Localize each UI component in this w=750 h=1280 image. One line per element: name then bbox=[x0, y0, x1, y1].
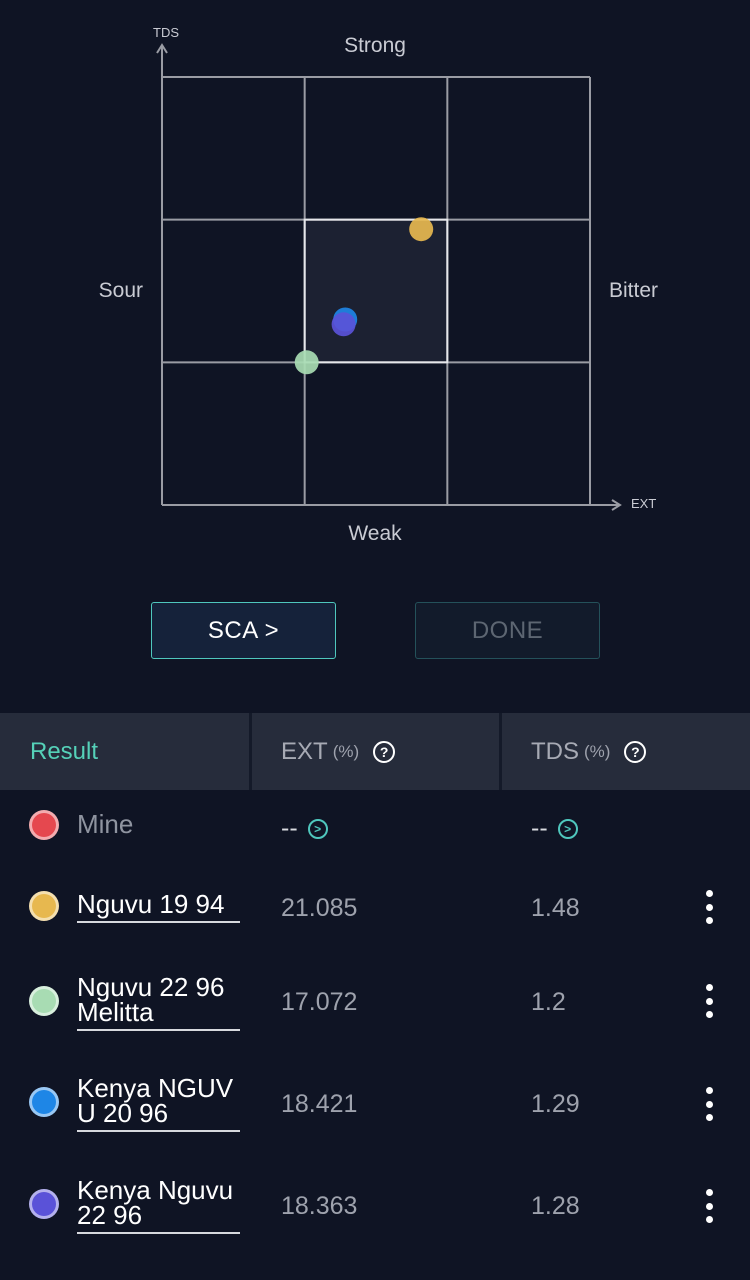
tds-help-icon[interactable]: ? bbox=[624, 740, 647, 763]
ext-help-icon[interactable]: ? bbox=[373, 740, 396, 763]
tds-value: 1.29 bbox=[531, 1090, 580, 1118]
sca-button[interactable]: SCA > bbox=[151, 602, 336, 659]
row-name[interactable]: Nguvu 19 94 bbox=[77, 891, 240, 923]
sour-label: Sour bbox=[99, 279, 143, 302]
y-axis-label: TDS bbox=[153, 25, 179, 40]
more-options-icon[interactable] bbox=[698, 984, 720, 1018]
row-name: Mine bbox=[77, 809, 134, 839]
more-options-icon[interactable] bbox=[698, 1087, 720, 1121]
color-dot bbox=[29, 986, 59, 1016]
tds-column-header: TDS (%) ? bbox=[531, 713, 647, 790]
chevron-right-circle-icon[interactable]: > bbox=[307, 818, 328, 839]
strong-label: Strong bbox=[344, 34, 406, 57]
weak-label: Weak bbox=[348, 522, 402, 545]
table-row[interactable]: Nguvu 22 96 Melitta 17.072 1.2 bbox=[0, 956, 750, 1056]
more-options-icon[interactable] bbox=[698, 1189, 720, 1223]
tds-value: 1.48 bbox=[531, 894, 580, 922]
ext-value: 21.085 bbox=[281, 894, 358, 922]
x-axis-label: EXT bbox=[631, 496, 656, 511]
data-point bbox=[294, 350, 319, 375]
ext-column-header: EXT (%) ? bbox=[281, 713, 396, 790]
chart-grid bbox=[156, 43, 622, 511]
ext-value: 17.072 bbox=[281, 988, 358, 1016]
ext-header-label: EXT bbox=[281, 737, 328, 765]
more-options-icon[interactable] bbox=[698, 890, 720, 924]
row-name[interactable]: Nguvu 22 96 Melitta bbox=[77, 974, 240, 1031]
chevron-right-circle-icon[interactable]: > bbox=[557, 818, 578, 839]
row-name[interactable]: Kenya NGUV U 20 96 bbox=[77, 1075, 240, 1132]
ext-header-unit: (%) bbox=[332, 741, 360, 761]
brew-chart: TDS EXT Strong Weak Sour Bitter bbox=[99, 25, 658, 545]
mine-ext-cell[interactable]: -- > bbox=[281, 814, 328, 843]
tds-value: -- bbox=[531, 814, 548, 842]
result-column-header: Result bbox=[30, 713, 98, 790]
done-button[interactable]: DONE bbox=[415, 602, 600, 659]
color-dot bbox=[29, 891, 59, 921]
color-dot bbox=[29, 810, 59, 840]
results-table-header: Result EXT (%) ? TDS (%) ? bbox=[0, 713, 750, 790]
tds-header-label: TDS bbox=[531, 737, 579, 765]
row-name[interactable]: Kenya Nguvu 22 96 bbox=[77, 1177, 240, 1234]
bitter-label: Bitter bbox=[609, 279, 658, 302]
ext-value: 18.421 bbox=[281, 1090, 358, 1118]
ext-value: 18.363 bbox=[281, 1192, 358, 1220]
tds-value: 1.28 bbox=[531, 1192, 580, 1220]
column-divider bbox=[499, 713, 502, 790]
tds-value: 1.2 bbox=[531, 988, 566, 1016]
table-row[interactable]: Kenya NGUV U 20 96 18.421 1.29 bbox=[0, 1056, 750, 1158]
table-row[interactable]: Kenya Nguvu 22 96 18.363 1.28 bbox=[0, 1158, 750, 1260]
color-dot bbox=[29, 1087, 59, 1117]
result-header-label: Result bbox=[30, 737, 99, 765]
table-row-mine[interactable]: Mine -- > -- > bbox=[0, 790, 750, 866]
mine-tds-cell[interactable]: -- > bbox=[531, 814, 578, 843]
column-divider bbox=[249, 713, 252, 790]
ideal-zone-fill bbox=[304, 219, 448, 363]
data-point bbox=[409, 217, 434, 242]
data-point bbox=[331, 312, 356, 337]
table-row[interactable]: Nguvu 19 94 21.085 1.48 bbox=[0, 866, 750, 956]
ext-value: -- bbox=[281, 814, 298, 842]
color-dot bbox=[29, 1189, 59, 1219]
tds-header-unit: (%) bbox=[584, 741, 611, 761]
